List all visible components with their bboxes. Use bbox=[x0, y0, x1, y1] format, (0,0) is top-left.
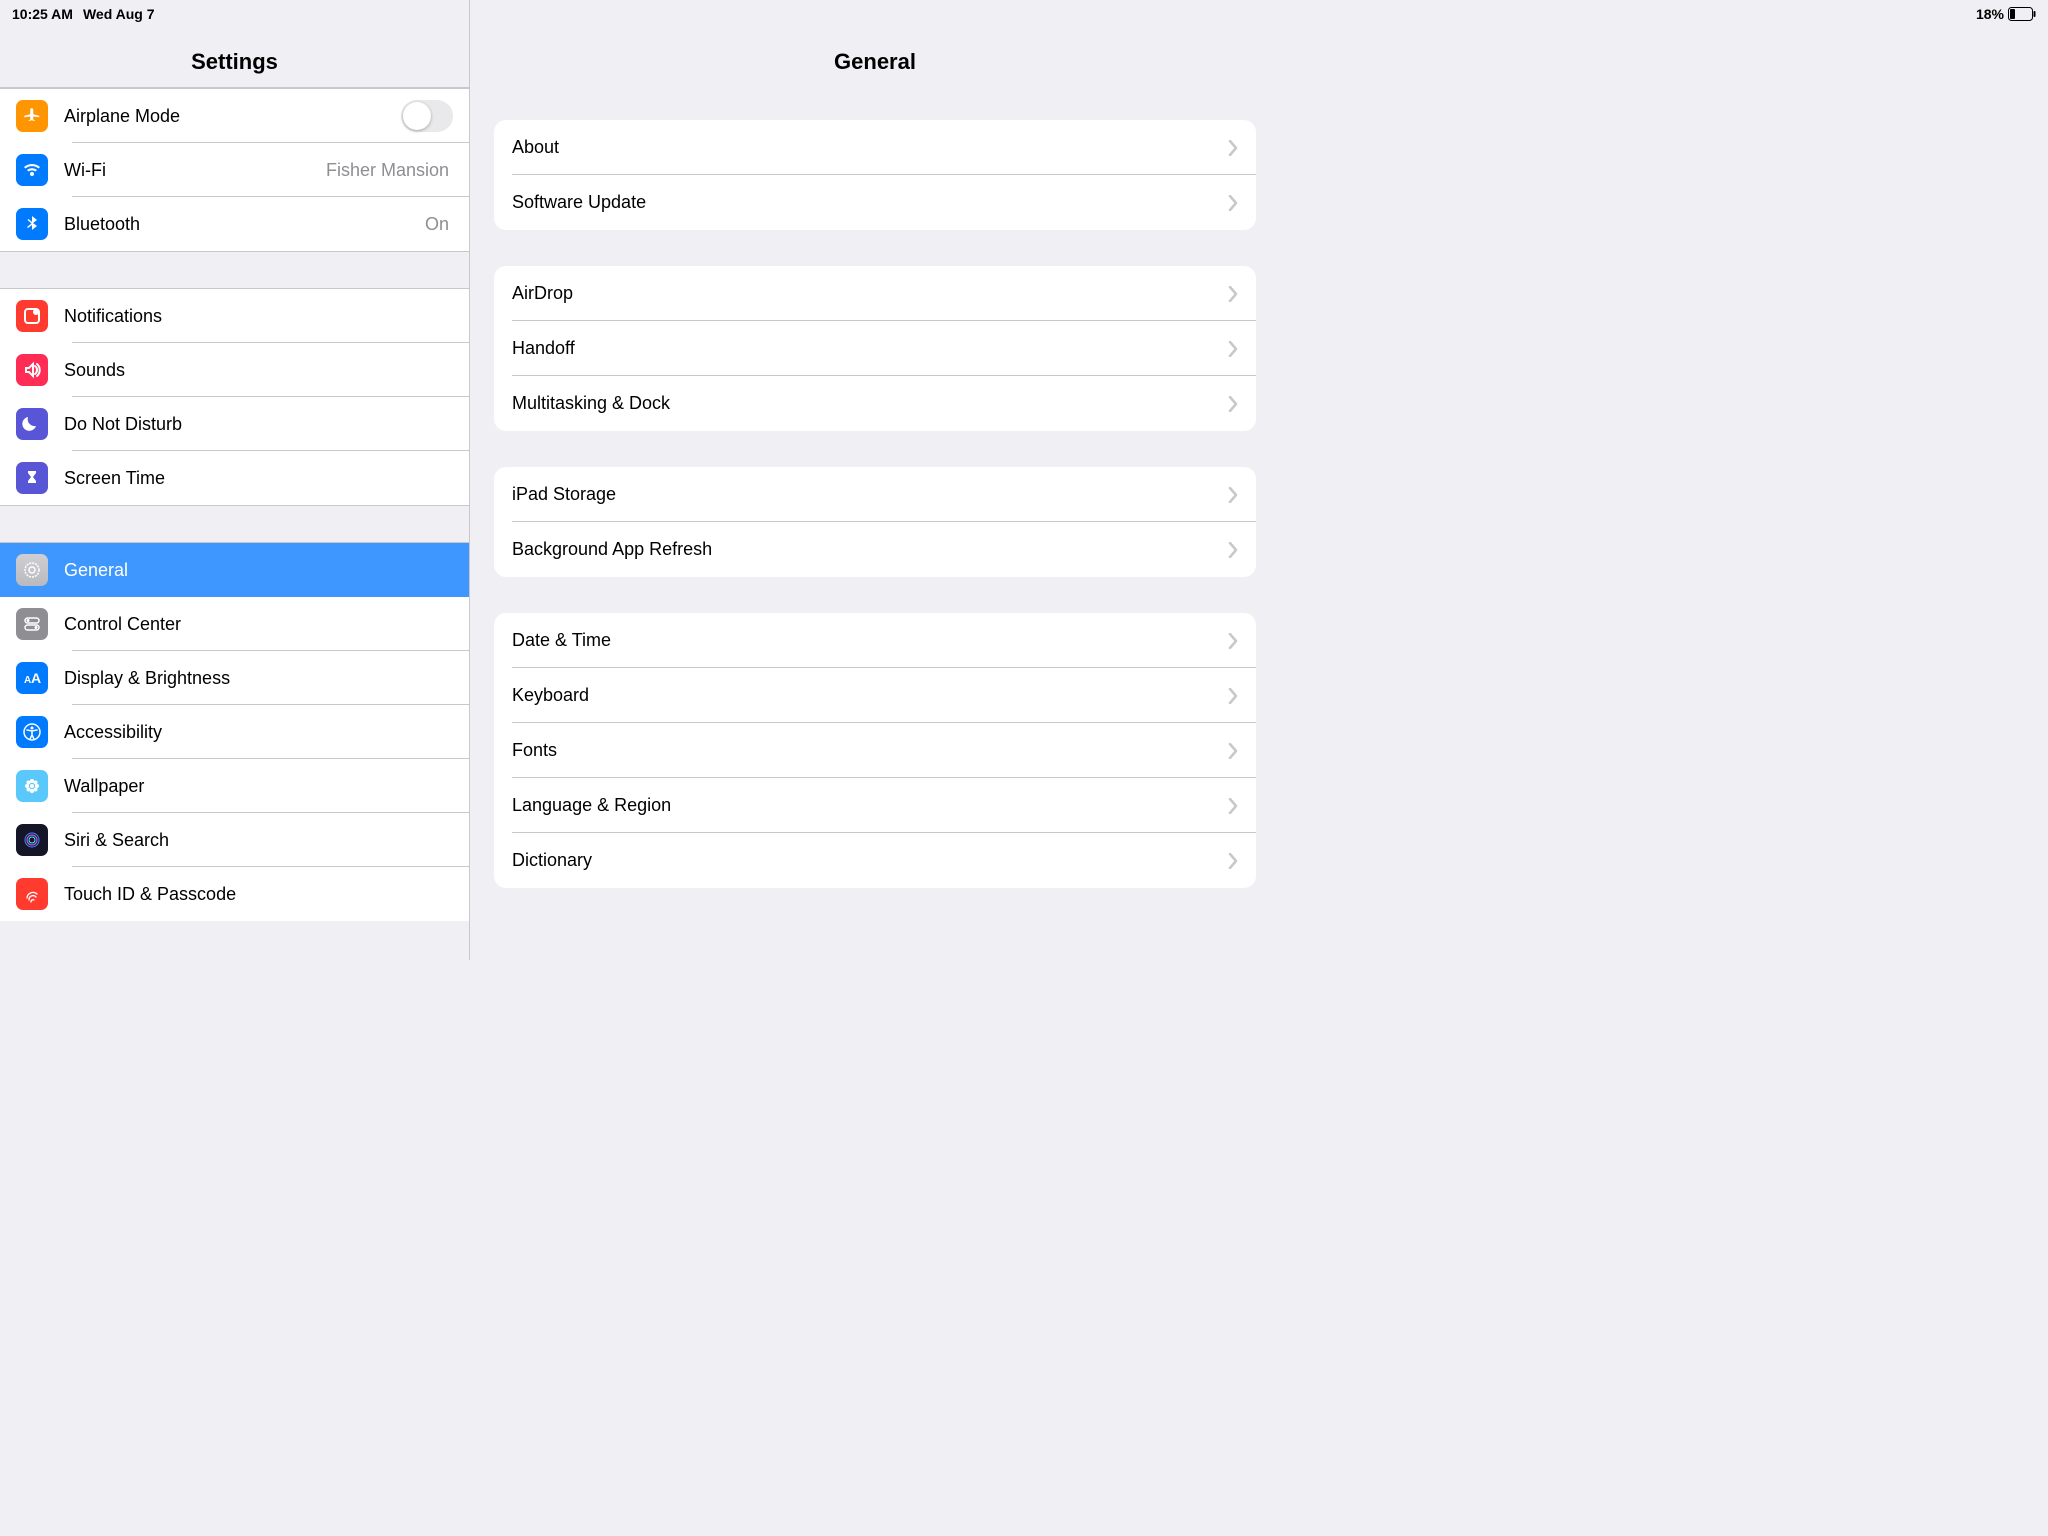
sidebar-item-accessibility[interactable]: Accessibility bbox=[0, 705, 469, 759]
battery-percent: 18% bbox=[1976, 6, 2004, 22]
sidebar-item-value: On bbox=[425, 214, 449, 235]
sidebar-item-label: Bluetooth bbox=[64, 214, 425, 235]
sidebar-item-wifi[interactable]: Wi-FiFisher Mansion bbox=[0, 143, 469, 197]
moon-icon bbox=[16, 408, 48, 440]
general-item-language-region[interactable]: Language & Region bbox=[494, 778, 1256, 833]
sidebar-item-display[interactable]: Display & Brightness bbox=[0, 651, 469, 705]
general-item-dictionary[interactable]: Dictionary bbox=[494, 833, 1256, 888]
chevron-right-icon bbox=[1228, 798, 1238, 814]
sidebar-item-label: Wallpaper bbox=[64, 776, 453, 797]
text-size-icon bbox=[16, 662, 48, 694]
general-item-ipad-storage[interactable]: iPad Storage bbox=[494, 467, 1256, 522]
chevron-right-icon bbox=[1228, 286, 1238, 302]
switches-icon bbox=[16, 608, 48, 640]
chevron-right-icon bbox=[1228, 396, 1238, 412]
detail-pane: General AboutSoftware UpdateAirDropHando… bbox=[470, 0, 1280, 960]
fingerprint-icon bbox=[16, 878, 48, 910]
sidebar-item-label: Airplane Mode bbox=[64, 106, 401, 127]
row-label: Keyboard bbox=[512, 685, 1228, 706]
chevron-right-icon bbox=[1228, 853, 1238, 869]
bluetooth-icon bbox=[16, 208, 48, 240]
chevron-right-icon bbox=[1228, 195, 1238, 211]
general-item-date-time[interactable]: Date & Time bbox=[494, 613, 1256, 668]
hourglass-icon bbox=[16, 462, 48, 494]
sidebar-item-notifications[interactable]: Notifications bbox=[0, 289, 469, 343]
notifications-icon bbox=[16, 300, 48, 332]
sidebar-item-label: Accessibility bbox=[64, 722, 453, 743]
chevron-right-icon bbox=[1228, 688, 1238, 704]
gear-icon bbox=[16, 554, 48, 586]
general-item-airdrop[interactable]: AirDrop bbox=[494, 266, 1256, 321]
general-item-handoff[interactable]: Handoff bbox=[494, 321, 1256, 376]
sidebar-item-siri[interactable]: Siri & Search bbox=[0, 813, 469, 867]
row-label: Dictionary bbox=[512, 850, 1228, 871]
sidebar-item-airplane[interactable]: Airplane Mode bbox=[0, 89, 469, 143]
row-label: Software Update bbox=[512, 192, 1228, 213]
row-label: About bbox=[512, 137, 1228, 158]
status-date: Wed Aug 7 bbox=[83, 6, 155, 22]
general-item-keyboard[interactable]: Keyboard bbox=[494, 668, 1256, 723]
wifi-icon bbox=[16, 154, 48, 186]
settings-sidebar: Settings Airplane ModeWi-FiFisher Mansio… bbox=[0, 0, 470, 960]
sidebar-item-label: Siri & Search bbox=[64, 830, 453, 851]
row-label: iPad Storage bbox=[512, 484, 1228, 505]
sidebar-item-label: Screen Time bbox=[64, 468, 453, 489]
siri-icon bbox=[16, 824, 48, 856]
general-item-about[interactable]: About bbox=[494, 120, 1256, 175]
sidebar-item-bluetooth[interactable]: BluetoothOn bbox=[0, 197, 469, 251]
sidebar-item-label: Notifications bbox=[64, 306, 453, 327]
sidebar-item-value: Fisher Mansion bbox=[326, 160, 449, 181]
row-label: Background App Refresh bbox=[512, 539, 1228, 560]
sidebar-item-label: Touch ID & Passcode bbox=[64, 884, 453, 905]
chevron-right-icon bbox=[1228, 341, 1238, 357]
general-item-software-update[interactable]: Software Update bbox=[494, 175, 1256, 230]
flower-icon bbox=[16, 770, 48, 802]
sidebar-item-label: Do Not Disturb bbox=[64, 414, 453, 435]
sidebar-item-control[interactable]: Control Center bbox=[0, 597, 469, 651]
row-label: Fonts bbox=[512, 740, 1228, 761]
sidebar-item-general[interactable]: General bbox=[0, 543, 469, 597]
airplane-icon bbox=[16, 100, 48, 132]
sidebar-item-label: General bbox=[64, 560, 453, 581]
sidebar-item-wallpaper[interactable]: Wallpaper bbox=[0, 759, 469, 813]
row-label: Language & Region bbox=[512, 795, 1228, 816]
row-label: Multitasking & Dock bbox=[512, 393, 1228, 414]
status-time: 10:25 AM bbox=[12, 6, 73, 22]
general-item-background-app-refresh[interactable]: Background App Refresh bbox=[494, 522, 1256, 577]
status-bar: 10:25 AM Wed Aug 7 18% bbox=[0, 2, 2048, 26]
sidebar-item-sounds[interactable]: Sounds bbox=[0, 343, 469, 397]
sidebar-item-screentime[interactable]: Screen Time bbox=[0, 451, 469, 505]
chevron-right-icon bbox=[1228, 140, 1238, 156]
sidebar-item-label: Sounds bbox=[64, 360, 453, 381]
sidebar-item-label: Control Center bbox=[64, 614, 453, 635]
battery-icon bbox=[2008, 7, 2036, 21]
chevron-right-icon bbox=[1228, 542, 1238, 558]
row-label: Handoff bbox=[512, 338, 1228, 359]
chevron-right-icon bbox=[1228, 633, 1238, 649]
chevron-right-icon bbox=[1228, 487, 1238, 503]
row-label: Date & Time bbox=[512, 630, 1228, 651]
general-item-fonts[interactable]: Fonts bbox=[494, 723, 1256, 778]
sidebar-item-touchid[interactable]: Touch ID & Passcode bbox=[0, 867, 469, 921]
sidebar-item-label: Display & Brightness bbox=[64, 668, 453, 689]
accessibility-icon bbox=[16, 716, 48, 748]
sounds-icon bbox=[16, 354, 48, 386]
sidebar-item-dnd[interactable]: Do Not Disturb bbox=[0, 397, 469, 451]
chevron-right-icon bbox=[1228, 743, 1238, 759]
row-label: AirDrop bbox=[512, 283, 1228, 304]
airplane-toggle[interactable] bbox=[401, 100, 453, 132]
sidebar-item-label: Wi-Fi bbox=[64, 160, 326, 181]
general-item-multitasking-dock[interactable]: Multitasking & Dock bbox=[494, 376, 1256, 431]
